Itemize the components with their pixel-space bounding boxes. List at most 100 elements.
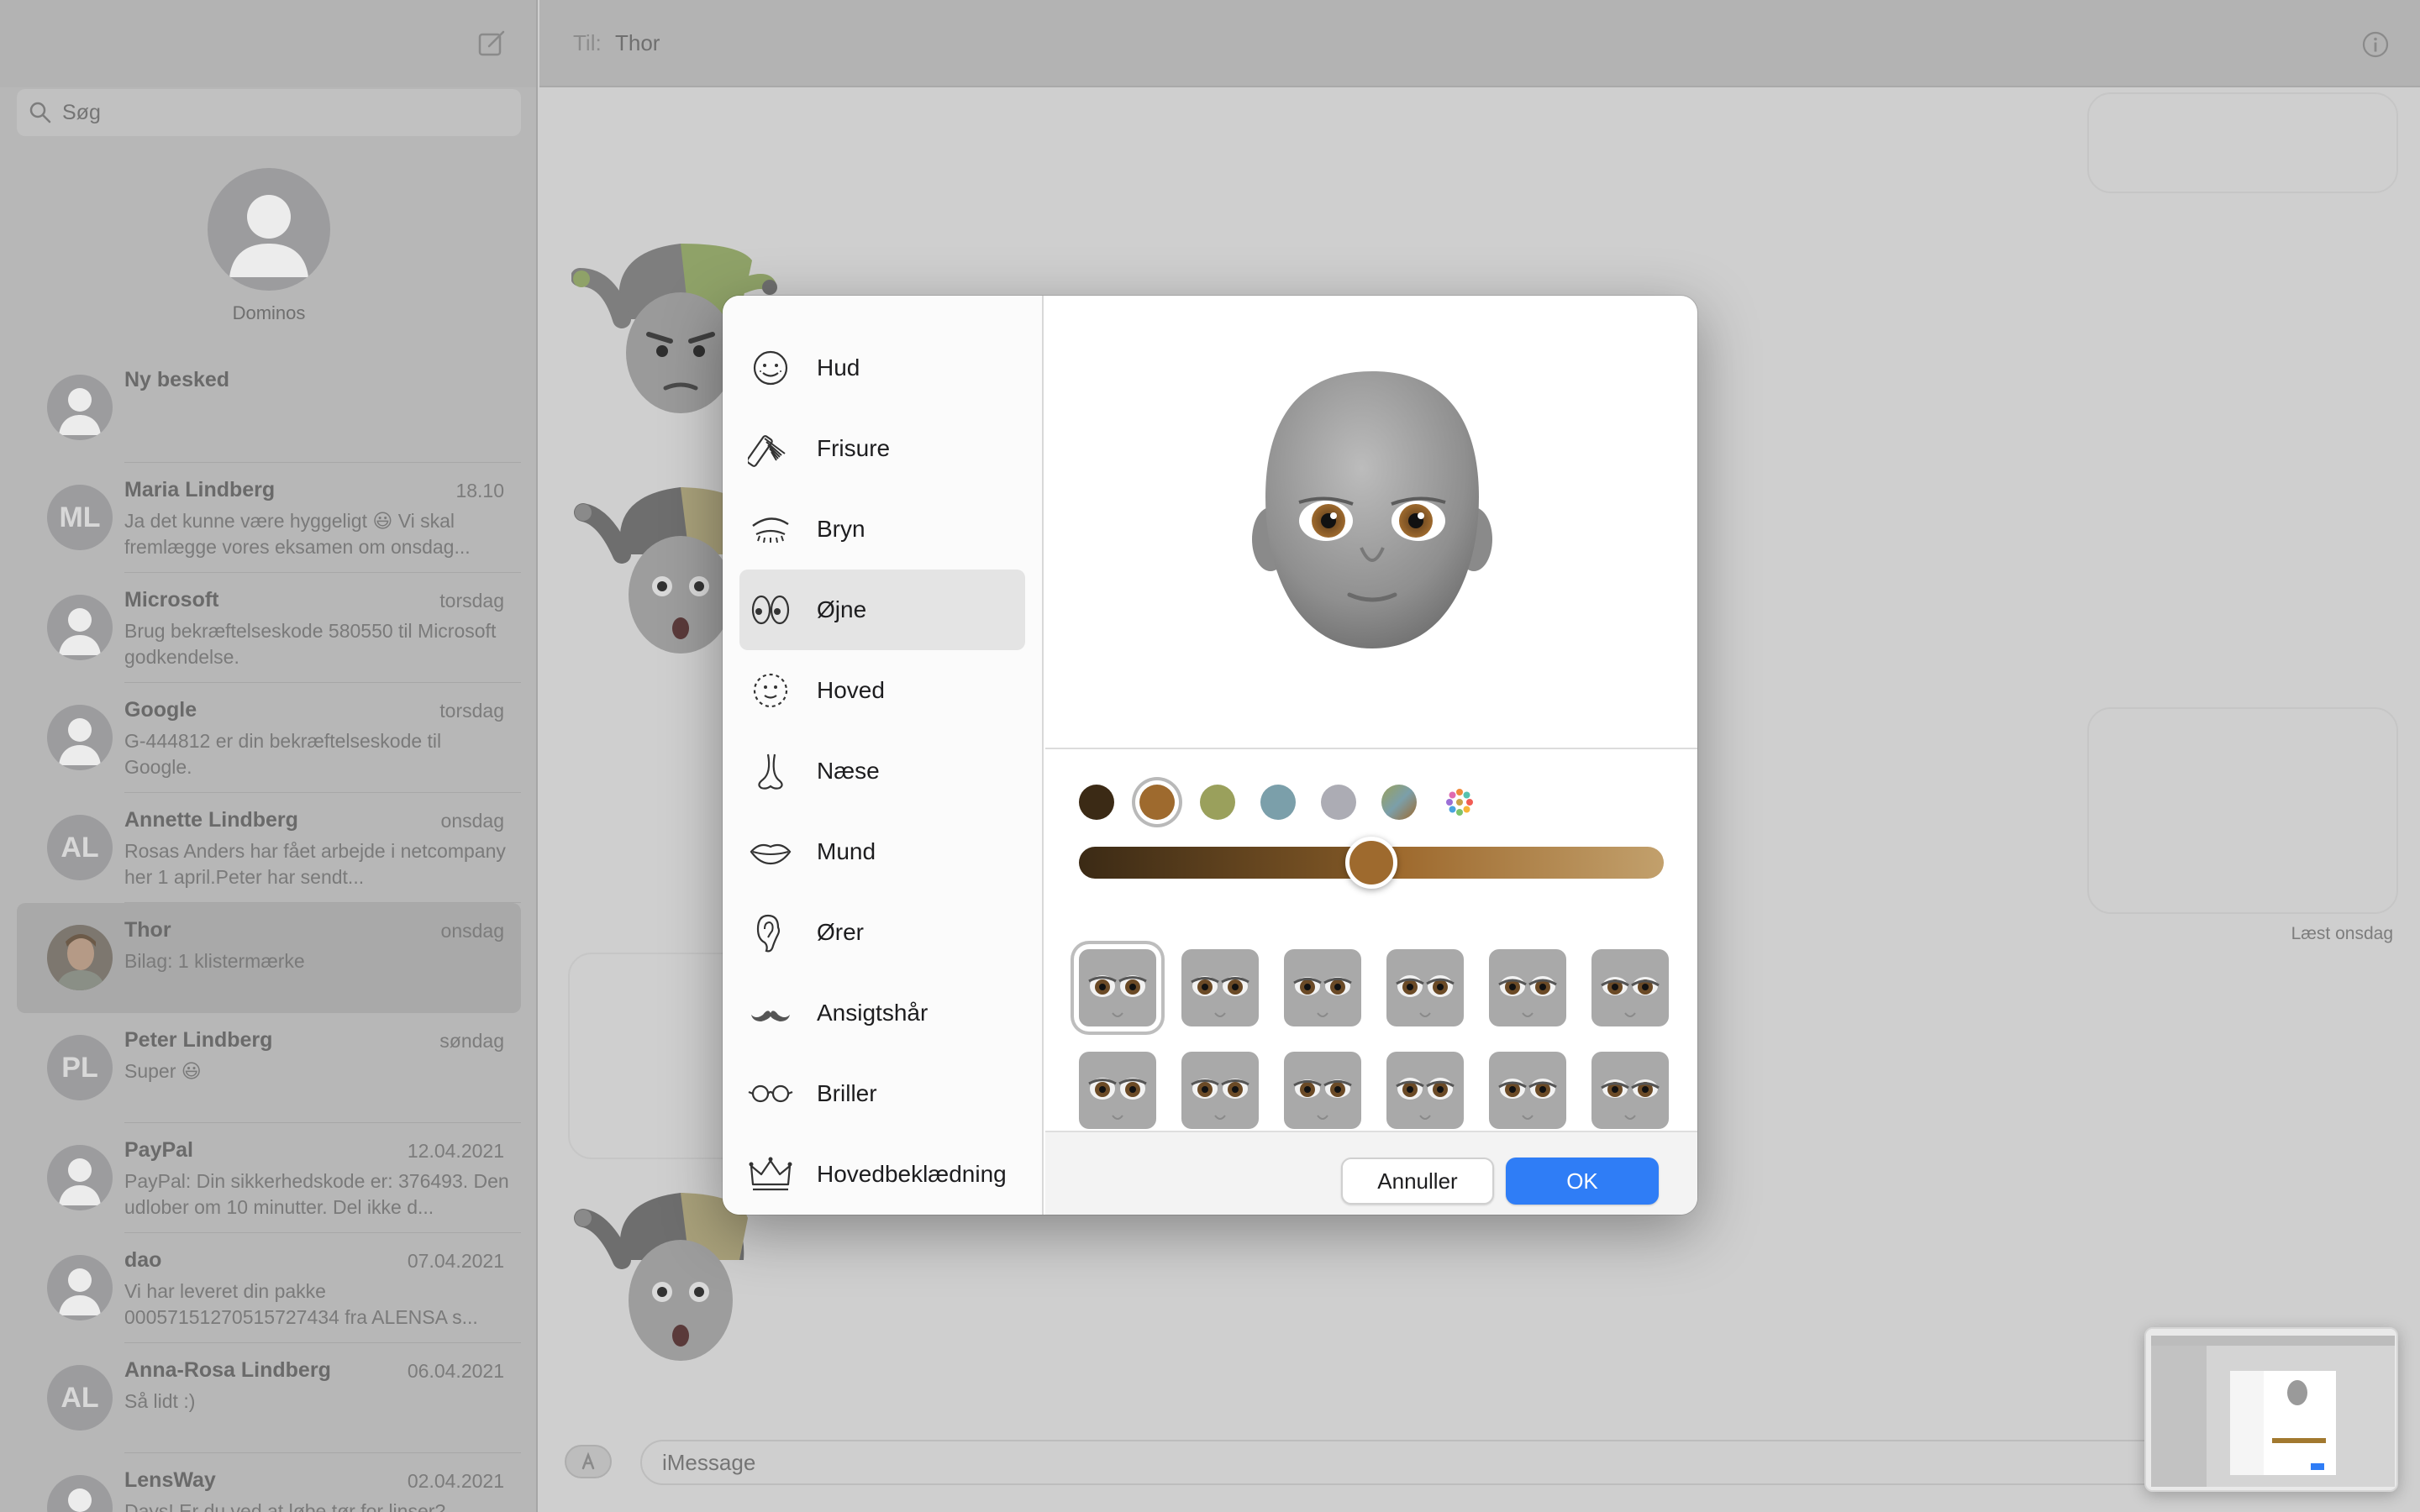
category-2[interactable]: Frisure [739,408,1025,489]
eye-shape-option[interactable] [1079,949,1156,1026]
message-date: torsdag [439,590,504,612]
glasses-icon [748,1084,793,1103]
message-preview: Super 😃 [124,1060,202,1082]
person-icon [59,718,101,765]
contact-name: Peter Lindberg [124,1028,273,1052]
info-icon[interactable] [2361,30,2390,59]
message-preview: Days! Er du ved at løbe tør for linser? [124,1500,446,1512]
avatar [47,1145,113,1210]
contact-name: Anna-Rosa Lindberg [124,1358,331,1382]
conversation-item[interactable]: PayPal 12.04.2021 PayPal: Din sikkerhedsko… [17,1123,521,1233]
person-icon [59,608,101,655]
recipient-name[interactable]: Thor [615,30,660,56]
conversation-item[interactable]: ML Maria Lindberg 18.10 Ja det kunne være h… [17,463,521,573]
avatar [47,375,113,440]
category-4[interactable]: Øjne [739,570,1025,650]
category-10[interactable]: Briller [739,1053,1025,1134]
eye-shape-preview [1489,949,1566,1026]
screenshot-preview-image [2146,1329,2396,1490]
category-9[interactable]: Ansigtshår [739,973,1025,1053]
eye-shape-preview [1284,1052,1361,1129]
message-date: torsdag [439,700,504,722]
eye-shape-option[interactable] [1591,1052,1669,1129]
avatar: AL [47,815,113,880]
eye-color-swatch[interactable] [1200,785,1235,820]
compose-icon[interactable] [477,29,508,59]
eye-color-swatch[interactable] [1381,785,1417,820]
eye-shape-option[interactable] [1284,949,1361,1026]
category-6[interactable]: Næse [739,731,1025,811]
eye-shape-option[interactable] [1181,1052,1259,1129]
eye-shape-preview [1386,949,1464,1026]
category-label: Hoved [817,677,885,703]
eye-options [1045,751,1697,1131]
conversation-item[interactable]: Microsoft torsdag Brug bekræftelseskode 58… [17,573,521,683]
category-list: Hud Frisure Bryn Øjne Hoved Næse Mund Ører Ansig… [723,296,1044,1215]
conversation-item[interactable]: AL Anna-Rosa Lindberg 06.04.2021 Så lidt :) [17,1343,521,1453]
crown-icon [749,1157,792,1191]
nose-icon [758,753,783,790]
chat-header: Til: Thor [539,0,2420,87]
search-field[interactable] [17,89,521,136]
message-preview: Ja det kunne være hyggeligt 😃 Vi skal fr… [124,510,471,558]
conversation-item[interactable]: PL Peter Lindberg søndag Super 😃 [17,1013,521,1123]
eyebrow-icon [752,517,789,543]
contact-name: Annette Lindberg [124,808,298,832]
pinned-conversation[interactable]: Dominos [0,168,536,324]
memoji-preview [1045,296,1697,749]
read-status: Læst onsdag [2291,924,2393,943]
category-1[interactable]: Hud [739,328,1025,408]
eye-shape-preview [1079,949,1156,1026]
category-7[interactable]: Mund [739,811,1025,892]
category-8[interactable]: Ører [739,892,1025,973]
app-store-button[interactable] [565,1445,612,1478]
eye-color-swatch[interactable] [1260,785,1296,820]
eye-shape-preview [1284,949,1361,1026]
person-icon [59,388,101,435]
eye-shape-option[interactable] [1489,949,1566,1026]
person-icon [229,195,308,277]
cancel-button[interactable]: Annuller [1341,1158,1494,1205]
category-3[interactable]: Bryn [739,489,1025,570]
message-preview: Så lidt :) [124,1390,196,1412]
search-input[interactable] [62,89,499,136]
category-label: Hovedbeklædning [817,1161,1007,1187]
conversation-item[interactable]: LensWay 02.04.2021 Days! Er du ved at løbe… [17,1453,521,1512]
person-icon [59,1268,101,1315]
eye-color-swatch[interactable] [1442,785,1477,820]
message-date: 07.04.2021 [407,1250,504,1272]
conversation-item[interactable]: Google torsdag G-444812 er din bekræftelse… [17,683,521,793]
category-label: Næse [817,758,880,784]
conversation-item[interactable]: Thor onsdag Bilag: 1 klistermærke [17,903,521,1013]
eye-color-swatch[interactable] [1139,785,1175,820]
message-preview: G-444812 er din bekræftelseskode til Goo… [124,730,442,778]
conversation-item[interactable]: dao 07.04.2021 Vi har leveret din pakke 00… [17,1233,521,1343]
eye-shape-option[interactable] [1386,949,1464,1026]
eye-shape-option[interactable] [1079,1052,1156,1129]
category-label: Frisure [817,435,891,461]
contact-name: Ny besked [124,368,230,391]
screenshot-thumbnail[interactable] [2144,1327,2398,1492]
slider-knob[interactable] [1345,837,1397,889]
eye-shape-option[interactable] [1386,1052,1464,1129]
message-date: 12.04.2021 [407,1140,504,1162]
category-5[interactable]: Hoved [739,650,1025,731]
conversation-item[interactable]: Ny besked [17,353,521,463]
message-input[interactable] [640,1440,2237,1485]
eye-shape-option[interactable] [1489,1052,1566,1129]
avatar: ML [47,485,113,550]
eye-color-swatch[interactable] [1321,785,1356,820]
conversation-item[interactable]: AL Annette Lindberg onsdag Rosas Anders har… [17,793,521,903]
eye-color-swatch[interactable] [1079,785,1114,820]
head-outline-icon [753,673,788,708]
eye-shape-option[interactable] [1181,949,1259,1026]
ok-button[interactable]: OK [1506,1158,1659,1205]
message-date: 02.04.2021 [407,1470,504,1492]
person-icon [68,1488,92,1512]
avatar [47,1475,113,1512]
message-bubble [2087,707,2398,914]
category-11[interactable]: Hovedbeklædning [739,1134,1025,1215]
eye-shape-option[interactable] [1591,949,1669,1026]
eye-shape-option[interactable] [1284,1052,1361,1129]
search-icon [29,102,51,123]
